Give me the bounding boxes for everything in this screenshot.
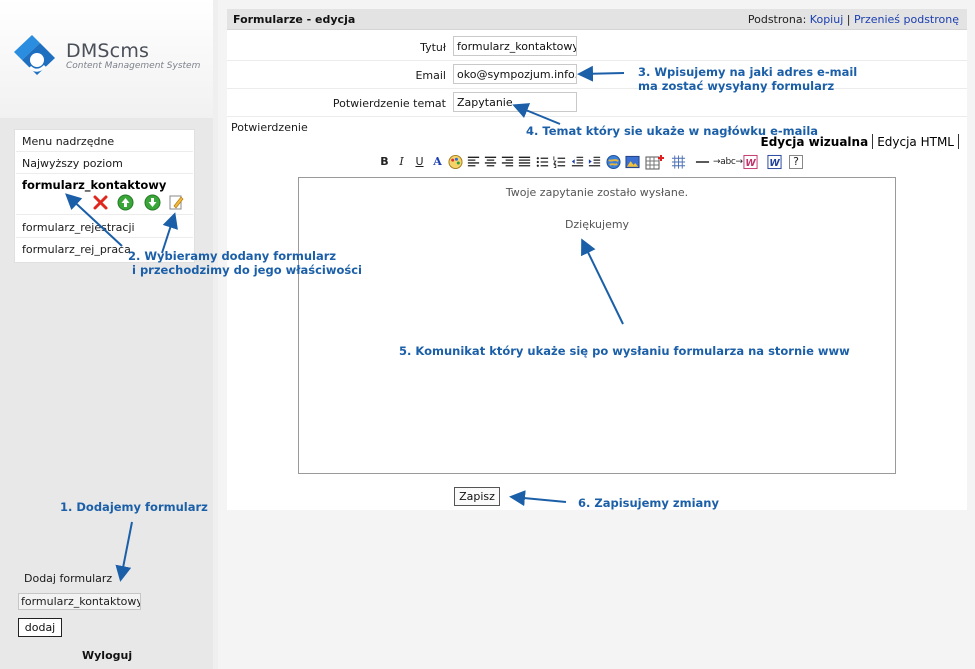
annotation-2a: 2. Wybieramy dodany formularz (128, 249, 337, 263)
arrow-1 (115, 521, 133, 582)
annotation-6: 6. Zapisujemy zmiany (578, 496, 719, 510)
arrow-2b (161, 212, 178, 254)
arrow-6 (509, 490, 567, 507)
arrow-5 (581, 238, 624, 325)
annotation-3a: 3. Wpisujemy na jaki adres e-mail (638, 65, 858, 79)
annotation-arrows (65, 65, 625, 582)
annotation-3b: ma zostać wysyłany formularz (638, 79, 835, 93)
arrow-2a (65, 193, 123, 247)
annotation-2b: i przechodzimy do jego właściwości (132, 263, 362, 277)
arrow-3 (577, 65, 625, 82)
annotation-1: 1. Dodajemy formularz (60, 500, 208, 514)
arrow-4 (512, 103, 561, 125)
annotation-4: 4. Temat który sie ukaże w nagłówku e-ma… (526, 124, 819, 138)
annotation-5: 5. Komunikat który ukaże się po wysłaniu… (399, 344, 850, 358)
